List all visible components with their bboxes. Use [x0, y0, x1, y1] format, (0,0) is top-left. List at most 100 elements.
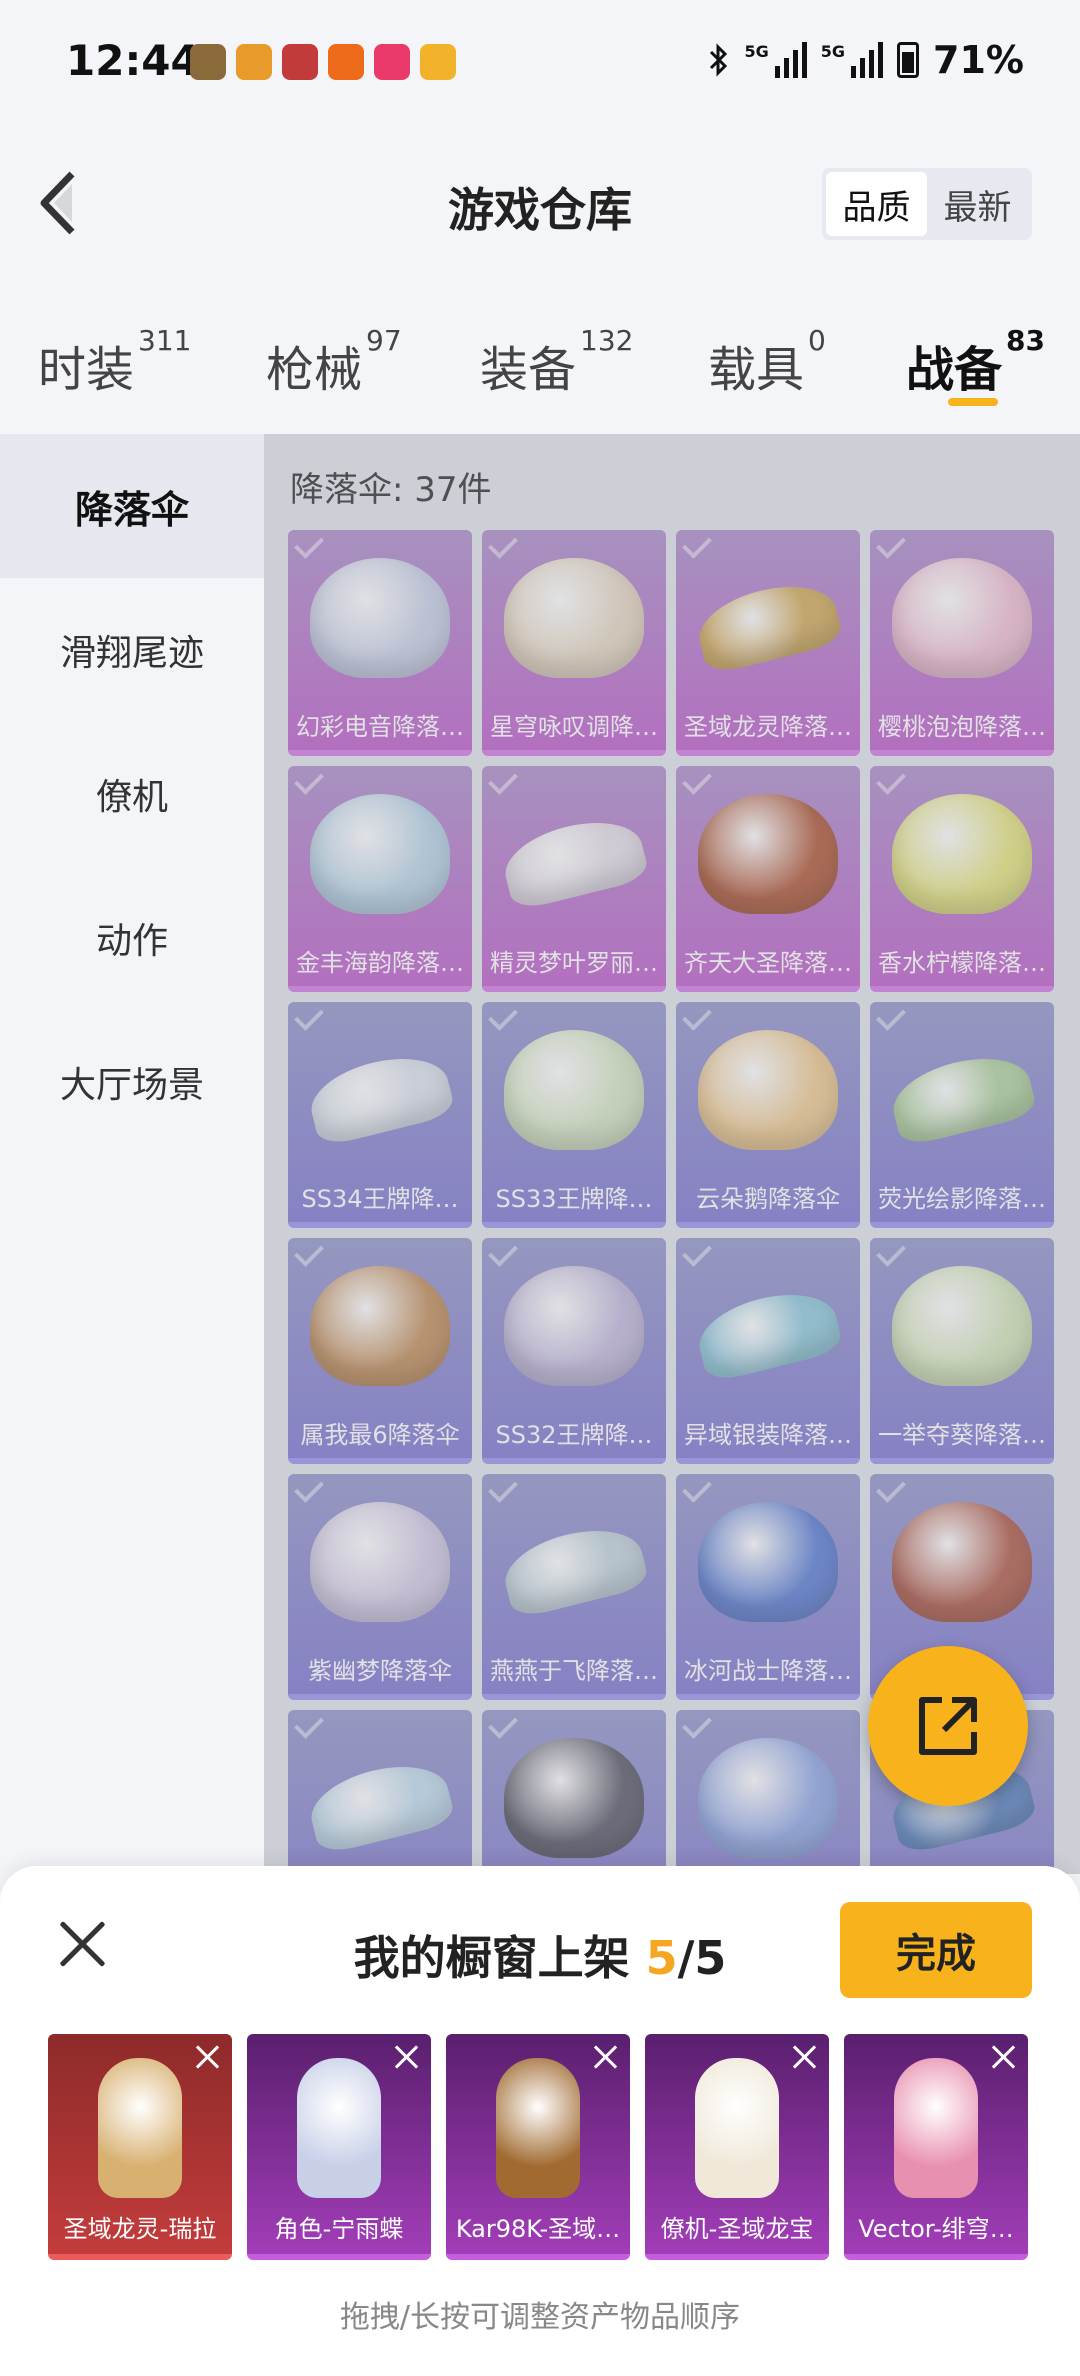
parachute-item[interactable]: 属我最6降落伞 [288, 1238, 472, 1464]
parachute-item[interactable]: 星穹咏叹调降… [482, 530, 666, 756]
showcase-item-label: 角色-宁雨蝶 [274, 2215, 404, 2243]
check-icon [488, 1238, 518, 1267]
showcase-item-label: 僚机-圣域龙宝 [660, 2215, 814, 2243]
check-icon [294, 1002, 324, 1031]
parachute-item[interactable]: 一举夺葵降落… [870, 1238, 1054, 1464]
check-icon [876, 530, 906, 559]
status-bar: 12:44 5G 5G 71% [0, 0, 1080, 130]
remove-icon[interactable] [389, 2040, 425, 2076]
item-label: 金丰海韵降落… [296, 949, 464, 977]
tab-outfits[interactable]: 时装311 [38, 324, 191, 400]
showcase-item[interactable]: 圣域龙灵-瑞拉 [48, 2034, 232, 2260]
tab-gear[interactable]: 战备83 [906, 324, 1045, 400]
parachute-image [698, 794, 838, 914]
done-button[interactable]: 完成 [840, 1902, 1032, 1998]
app-notification-icon [374, 44, 410, 80]
check-icon [876, 1002, 906, 1031]
check-icon [488, 1002, 518, 1031]
sidebar-item-glide-trail[interactable]: 滑翔尾迹 [0, 578, 264, 722]
item-label: 香水柠檬降落… [878, 949, 1046, 977]
system-indicators: 5G 5G 71% [707, 38, 1024, 82]
check-icon [294, 1238, 324, 1267]
parachute-item[interactable] [676, 1710, 860, 1874]
parachute-image [310, 1266, 450, 1386]
parachute-item[interactable]: 异域银装降落… [676, 1238, 860, 1464]
sort-option-latest[interactable]: 最新 [927, 172, 1028, 236]
item-label: 齐天大圣降落… [684, 949, 852, 977]
parachute-item[interactable]: 圣域龙灵降落… [676, 530, 860, 756]
parachute-image [310, 794, 450, 914]
parachute-item[interactable]: 金丰海韵降落… [288, 766, 472, 992]
parachute-image [504, 1738, 644, 1858]
parachute-image [691, 574, 845, 676]
active-tab-indicator [948, 398, 998, 406]
showcase-item[interactable]: Kar98K-圣域… [446, 2034, 630, 2260]
parachute-item[interactable]: 紫幽梦降落伞 [288, 1474, 472, 1700]
tab-equipment[interactable]: 装备132 [480, 324, 633, 400]
check-icon [488, 766, 518, 795]
parachute-image [504, 1030, 644, 1150]
parachute-item[interactable]: 香水柠檬降落… [870, 766, 1054, 992]
showcase-item[interactable]: Vector-绯穹… [844, 2034, 1028, 2260]
check-icon [294, 1710, 324, 1739]
item-label: 云朵鹅降落伞 [696, 1185, 840, 1213]
battery-icon [897, 42, 920, 78]
item-label: 幻彩电音降落… [296, 713, 464, 741]
parachute-item[interactable]: SS33王牌降… [482, 1002, 666, 1228]
check-icon [682, 1002, 712, 1031]
item-label: 一举夺葵降落… [878, 1421, 1046, 1449]
parachute-item[interactable]: 齐天大圣降落… [676, 766, 860, 992]
parachute-item[interactable]: 云朵鹅降落伞 [676, 1002, 860, 1228]
item-label: 精灵梦叶罗丽… [490, 949, 658, 977]
parachute-image [892, 1502, 1032, 1622]
check-icon [682, 530, 712, 559]
parachute-item[interactable] [482, 1710, 666, 1874]
remove-icon[interactable] [588, 2040, 624, 2076]
parachute-image [303, 1046, 457, 1148]
parachute-image [892, 1266, 1032, 1386]
tab-weapons[interactable]: 枪械97 [266, 324, 402, 400]
item-label: SS33王牌降… [495, 1185, 653, 1213]
parachute-item[interactable]: SS34王牌降… [288, 1002, 472, 1228]
tab-vehicles[interactable]: 载具0 [708, 324, 826, 400]
parachute-item[interactable]: 幻彩电音降落… [288, 530, 472, 756]
showcase-shelf: 圣域龙灵-瑞拉 角色-宁雨蝶 Kar98K-圣域… 僚机-圣域龙宝 Vector-绯穹… [48, 2034, 1028, 2260]
check-icon [682, 1710, 712, 1739]
parachute-item[interactable]: 樱桃泡泡降落… [870, 530, 1054, 756]
app-notification-icon [190, 44, 226, 80]
share-button[interactable] [868, 1646, 1028, 1806]
parachute-item[interactable]: 精灵梦叶罗丽… [482, 766, 666, 992]
parachute-image [892, 794, 1032, 914]
sidebar-item-emote[interactable]: 动作 [0, 866, 264, 1010]
remove-icon[interactable] [986, 2040, 1022, 2076]
signal-icon: 5G [745, 42, 807, 78]
check-icon [876, 766, 906, 795]
sidebar-item-parachute[interactable]: 降落伞 [0, 434, 264, 578]
showcase-item[interactable]: 僚机-圣域龙宝 [645, 2034, 829, 2260]
sidebar-item-wingman[interactable]: 僚机 [0, 722, 264, 866]
item-image [297, 2058, 381, 2198]
parachute-item[interactable]: 冰河战士降落… [676, 1474, 860, 1700]
showcase-item-label: Kar98K-圣域… [455, 2215, 621, 2243]
item-image [98, 2058, 182, 2198]
check-icon [682, 1474, 712, 1503]
parachute-item[interactable]: 燕燕于飞降落… [482, 1474, 666, 1700]
notification-icons [190, 44, 456, 80]
signal-icon: 5G [821, 42, 884, 78]
category-tabs: 时装311 枪械97 装备132 载具0 战备83 [0, 320, 1080, 420]
showcase-item[interactable]: 角色-宁雨蝶 [247, 2034, 431, 2260]
parachute-item[interactable]: 荧光绘影降落… [870, 1002, 1054, 1228]
parachute-item[interactable]: SS32王牌降… [482, 1238, 666, 1464]
check-icon [294, 1474, 324, 1503]
showcase-count-total: /5 [677, 1931, 727, 1985]
parachute-image [691, 1282, 845, 1384]
item-label: 属我最6降落伞 [300, 1421, 460, 1449]
remove-icon[interactable] [787, 2040, 823, 2076]
sort-option-quality[interactable]: 品质 [826, 172, 927, 236]
sidebar-item-lobby-scene[interactable]: 大厅场景 [0, 1010, 264, 1154]
item-image [496, 2058, 580, 2198]
parachute-image [497, 810, 651, 912]
app-notification-icon [236, 44, 272, 80]
remove-icon[interactable] [190, 2040, 226, 2076]
parachute-item[interactable] [288, 1710, 472, 1874]
